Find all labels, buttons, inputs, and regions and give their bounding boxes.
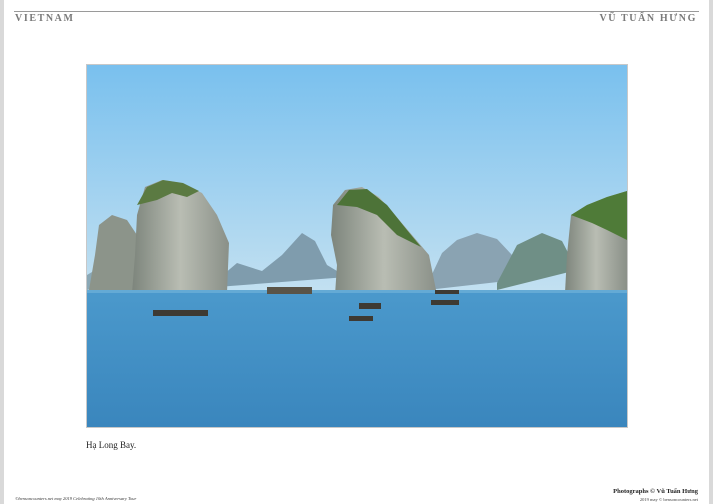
footer-site-credit: 2019 may © bensoncounters.net: [639, 497, 698, 502]
footer-copyright: ©bensoncounters.net may 2019 Celebrating…: [15, 496, 137, 501]
header-author: VŨ TUẤN HƯNG: [599, 13, 697, 24]
landscape-photo: [86, 64, 628, 428]
header-rule: [14, 11, 699, 12]
halong-bay-image: [87, 65, 627, 427]
page: VIETNAM VŨ TUẤN HƯNG Hạ Long Bay. ©benso…: [4, 0, 709, 504]
photo-caption: Hạ Long Bay.: [86, 440, 137, 450]
footer-photo-credit: Photographs © Vũ Tuấn Hưng: [613, 488, 698, 495]
header-country: VIETNAM: [15, 13, 75, 24]
